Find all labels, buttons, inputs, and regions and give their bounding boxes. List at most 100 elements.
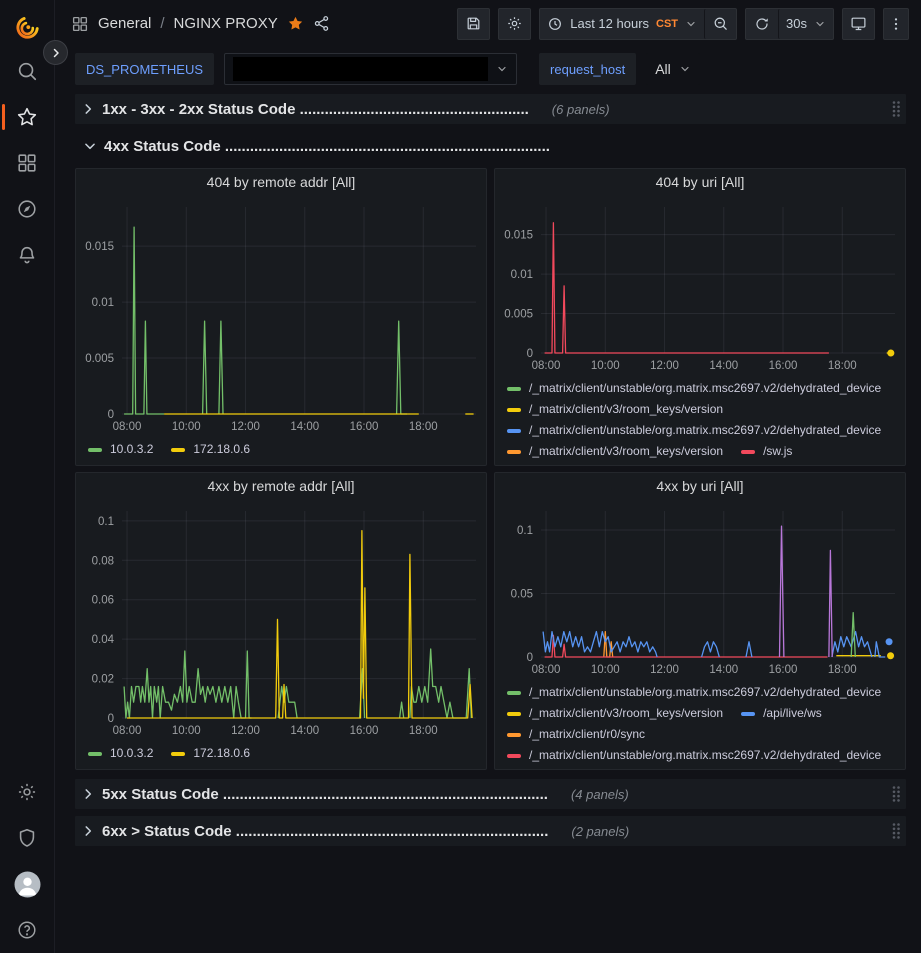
x-axis-label: 08:00 [532, 360, 561, 372]
x-axis-label: 08:00 [113, 421, 142, 433]
breadcrumb-separator: / [160, 15, 164, 32]
sidebar [0, 0, 55, 953]
panel-404-by-remote-addr: 404 by remote addr [All] 08:0010:0012:00… [75, 168, 487, 466]
x-axis-label: 08:00 [113, 725, 142, 737]
sidebar-item-help[interactable] [0, 907, 55, 953]
time-series-chart[interactable]: 08:0010:0012:0014:0016:0018:0000.0050.01… [495, 195, 905, 377]
series-line [543, 632, 657, 657]
sidebar-item-starred[interactable] [0, 94, 55, 140]
row-header-5xx[interactable]: 5xx Status Code ........................… [75, 779, 906, 809]
legend-label: 10.0.3.2 [110, 744, 153, 763]
datasource-variable-label[interactable]: DS_PROMETHEUS [75, 53, 214, 85]
legend-item[interactable]: /_matrix/client/unstable/org.matrix.msc2… [507, 421, 881, 440]
dashboard-settings-button[interactable] [498, 8, 531, 40]
legend-label: 10.0.3.2 [110, 440, 153, 459]
legend-item[interactable]: 172.18.0.6 [171, 744, 250, 763]
series-line [851, 613, 855, 657]
legend-item[interactable]: /_matrix/client/unstable/org.matrix.msc2… [507, 746, 881, 765]
panel-title[interactable]: 404 by remote addr [All] [76, 169, 486, 195]
refresh-button[interactable] [746, 9, 778, 39]
row-drag-handle[interactable] [891, 822, 901, 840]
row-header-1xx-3xx-2xx[interactable]: 1xx - 3xx - 2xx Status Code ............… [75, 94, 906, 124]
row-drag-handle[interactable] [891, 100, 901, 118]
series-line [203, 321, 207, 414]
topbar: General / NGINX PROXY Last 12 hours CST [55, 0, 921, 47]
time-series-chart[interactable]: 08:0010:0012:0014:0016:0018:0000.050.1 [495, 499, 905, 681]
sidebar-item-profile[interactable] [0, 861, 55, 907]
time-range-label: Last 12 hours [570, 16, 649, 31]
panel-title[interactable]: 404 by uri [All] [495, 169, 905, 195]
apps-icon[interactable] [71, 15, 89, 33]
legend-item[interactable]: /api/live/ws [741, 704, 822, 723]
x-axis-label: 18:00 [409, 421, 438, 433]
y-axis-label: 0.06 [92, 595, 114, 607]
series-line [397, 321, 407, 414]
time-series-chart[interactable]: 08:0010:0012:0014:0016:0018:0000.020.040… [76, 499, 486, 742]
x-axis-label: 16:00 [769, 360, 798, 372]
y-axis-label: 0 [108, 409, 114, 421]
zoom-out-time-button[interactable] [704, 9, 736, 39]
legend-swatch [507, 387, 521, 391]
time-series-chart[interactable]: 08:0010:0012:0014:0016:0018:0000.0050.01… [76, 195, 486, 438]
star-icon [16, 106, 38, 128]
legend-item[interactable]: /_matrix/client/unstable/org.matrix.msc2… [507, 683, 881, 702]
dashboards-grid-icon [16, 152, 38, 174]
x-axis-label: 12:00 [650, 360, 679, 372]
legend-swatch [507, 408, 521, 412]
series-line [545, 223, 829, 353]
datasource-variable-select[interactable] [224, 53, 517, 85]
breadcrumb-title[interactable]: NGINX PROXY [174, 15, 278, 32]
legend-item[interactable]: 172.18.0.6 [171, 440, 250, 459]
legend-item[interactable]: /_matrix/client/v3/room_keys/version [507, 704, 723, 723]
grafana-logo[interactable] [0, 6, 55, 48]
y-axis-label: 0 [108, 713, 114, 725]
share-icon[interactable] [313, 15, 330, 32]
sidebar-item-explore[interactable] [0, 186, 55, 232]
refresh-interval-picker[interactable]: 30s [778, 9, 833, 39]
y-axis-label: 0.005 [85, 353, 114, 365]
legend-item[interactable]: /_matrix/client/v3/room_keys/version [507, 400, 723, 419]
sidebar-item-configuration[interactable] [0, 769, 55, 815]
legend-item[interactable]: /_matrix/client/unstable/org.matrix.msc2… [507, 379, 881, 398]
legend-swatch [507, 450, 521, 454]
x-axis-label: 14:00 [709, 664, 738, 676]
grafana-app: General / NGINX PROXY Last 12 hours CST [0, 0, 921, 953]
row-header-4xx[interactable]: 4xx Status Code ........................… [75, 132, 906, 160]
x-axis-label: 14:00 [290, 725, 319, 737]
x-axis-label: 16:00 [350, 421, 379, 433]
x-axis-label: 12:00 [650, 664, 679, 676]
y-axis-label: 0.005 [504, 309, 533, 321]
sidebar-expand-button[interactable] [43, 40, 68, 65]
y-axis-label: 0.015 [85, 241, 114, 253]
sidebar-item-server-admin[interactable] [0, 815, 55, 861]
breadcrumb-section[interactable]: General [98, 15, 151, 32]
datasource-value-redacted [233, 57, 488, 81]
row-panel-count: (6 panels) [552, 102, 610, 117]
x-axis-label: 16:00 [769, 664, 798, 676]
chevron-down-icon [496, 63, 508, 75]
save-dashboard-button[interactable] [457, 8, 490, 40]
grafana-logo-icon [14, 14, 41, 41]
favorite-star-icon[interactable] [287, 15, 304, 32]
row-drag-handle[interactable] [891, 785, 901, 803]
cycle-view-mode-button[interactable] [842, 8, 875, 40]
panels-grid: 404 by remote addr [All] 08:0010:0012:00… [75, 168, 906, 770]
request-host-variable-label[interactable]: request_host [539, 53, 636, 85]
legend-item[interactable]: 10.0.3.2 [88, 440, 153, 459]
legend-label: /api/live/ws [763, 704, 822, 723]
row-title: 4xx Status Code ........................… [104, 138, 550, 155]
panel-title[interactable]: 4xx by uri [All] [495, 473, 905, 499]
legend-item[interactable]: 10.0.3.2 [88, 744, 153, 763]
legend-item[interactable]: /_matrix/client/r0/sync [507, 725, 645, 744]
more-options-button[interactable] [883, 8, 909, 40]
legend-item[interactable]: /_matrix/client/v3/room_keys/version [507, 442, 723, 461]
x-axis-label: 10:00 [172, 421, 201, 433]
request-host-variable-select[interactable]: All [646, 53, 700, 85]
sidebar-item-alerting[interactable] [0, 232, 55, 278]
time-range-picker[interactable]: Last 12 hours CST [540, 9, 704, 39]
row-header-6xx[interactable]: 6xx > Status Code ......................… [75, 816, 906, 846]
panel-title[interactable]: 4xx by remote addr [All] [76, 473, 486, 499]
series-end-dot [887, 350, 894, 357]
sidebar-item-dashboards[interactable] [0, 140, 55, 186]
legend-item[interactable]: /sw.js [741, 442, 792, 461]
